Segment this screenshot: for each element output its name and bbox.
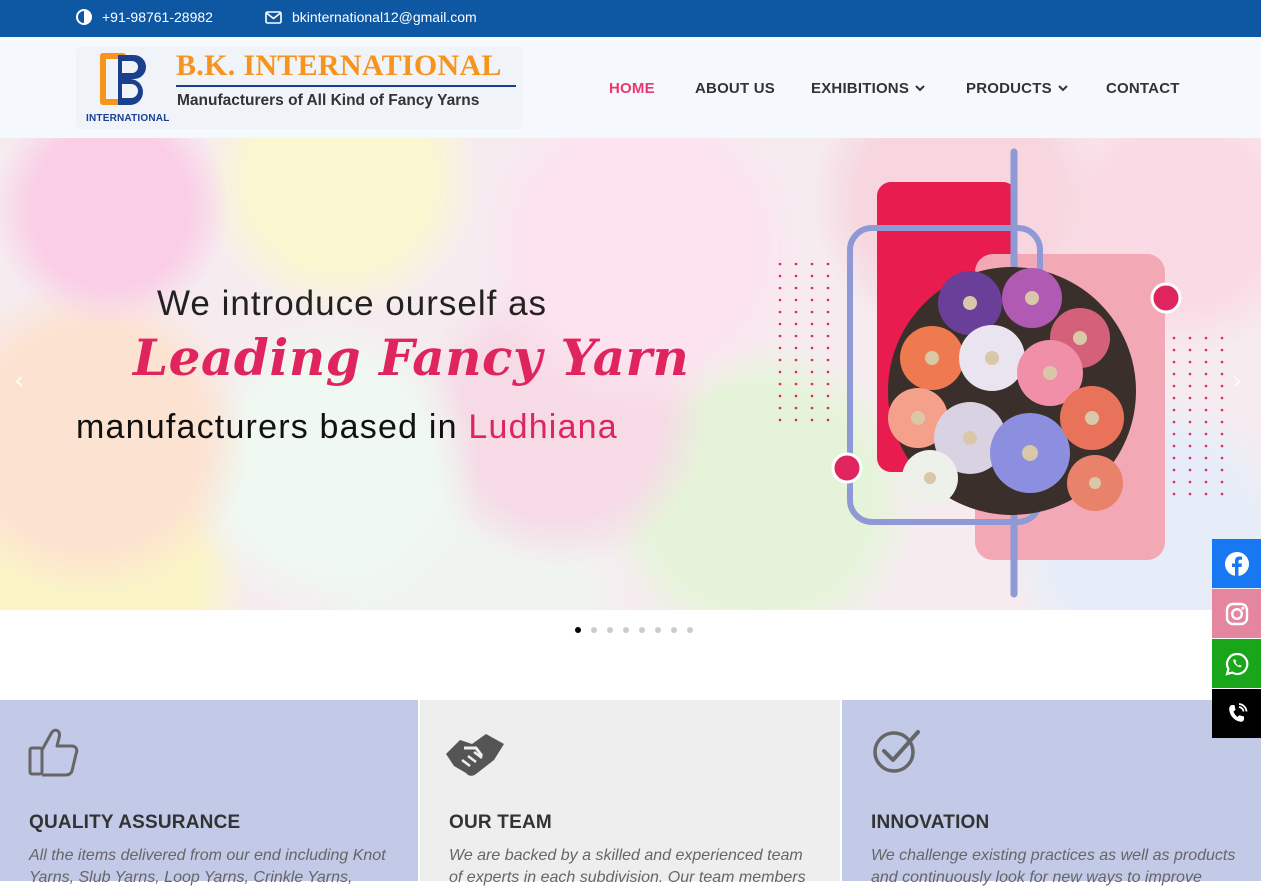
top-email[interactable]: bkinternational12@gmail.com — [265, 9, 477, 25]
phone-text: +91-98761-28982 — [102, 9, 213, 25]
feature-title: INNOVATION — [871, 812, 990, 833]
contrast-icon — [76, 9, 92, 25]
whatsapp-button[interactable] — [1212, 639, 1261, 688]
logo-divider — [176, 85, 516, 87]
feature-title: QUALITY ASSURANCE — [29, 812, 241, 833]
nav-home[interactable]: HOME — [609, 80, 655, 97]
slider-dot-1[interactable] — [574, 627, 581, 633]
logo-title: B.K. INTERNATIONAL — [176, 49, 502, 82]
slider-dot-7[interactable] — [670, 627, 677, 633]
phone-button[interactable] — [1212, 689, 1261, 738]
thumbs-up-icon — [28, 728, 79, 777]
nav-contact-label: CONTACT — [1106, 80, 1180, 97]
hero-line-1: We introduce ourself as — [157, 284, 548, 323]
slider-dot-4[interactable] — [622, 627, 629, 633]
yarn-cones-graphic — [778, 148, 1224, 598]
nav-contact[interactable]: CONTACT — [1106, 80, 1180, 97]
feature-text: We are backed by a skilled and experienc… — [449, 847, 806, 886]
handshake-icon — [446, 734, 504, 776]
feature-title: OUR TEAM — [449, 812, 552, 833]
hero-line-3: manufacturers based in Ludhiana — [76, 408, 618, 447]
nav-home-label: HOME — [609, 80, 655, 97]
feature-card-innovation: INNOVATION We challenge existing practic… — [842, 700, 1261, 886]
check-circle-icon — [873, 730, 920, 773]
top-bar: +91-98761-28982 bkinternational12@gmail.… — [0, 0, 1261, 37]
feature-text: We challenge existing practices as well … — [871, 847, 1236, 886]
slider-dot-2[interactable] — [590, 627, 597, 633]
hero-line-3-highlight: Ludhiana — [468, 408, 618, 446]
nav-exhibitions[interactable]: EXHIBITIONS — [811, 80, 925, 97]
chevron-down-icon — [1058, 85, 1068, 92]
nav-exhibitions-label: EXHIBITIONS — [811, 80, 910, 97]
slider-prev-arrow[interactable]: ‹ — [14, 366, 24, 396]
slider-dot-5[interactable] — [638, 627, 645, 633]
slider-dot-3[interactable] — [606, 627, 613, 633]
nav-products-label: PRODUCTS — [966, 80, 1052, 97]
feature-card-team: OUR TEAM We are backed by a skilled and … — [420, 700, 840, 886]
slider-dot-6[interactable] — [654, 627, 661, 633]
hero-line-2: Leading Fancy Yarn — [133, 328, 690, 387]
bk-logo-icon — [100, 53, 146, 105]
slider-dot-8[interactable] — [686, 627, 693, 633]
hero-line-3-text: manufacturers based in — [76, 408, 458, 446]
chevron-down-icon — [915, 85, 925, 92]
hero-slider[interactable]: We introduce ourself as Leading Fancy Ya… — [0, 138, 1261, 610]
top-phone[interactable]: +91-98761-28982 — [76, 9, 213, 25]
nav-about-label: ABOUT US — [695, 80, 775, 97]
feature-card-quality: QUALITY ASSURANCE All the items delivere… — [0, 700, 418, 886]
site-logo[interactable]: INTERNATIONAL B.K. INTERNATIONAL Manufac… — [76, 47, 522, 129]
slider-next-arrow[interactable]: › — [1232, 366, 1242, 396]
slider-pagination — [0, 627, 1261, 633]
logo-subtext: INTERNATIONAL — [86, 113, 170, 124]
nav-products[interactable]: PRODUCTS — [966, 80, 1068, 97]
site-header: INTERNATIONAL B.K. INTERNATIONAL Manufac… — [0, 37, 1261, 138]
nav-about[interactable]: ABOUT US — [695, 80, 775, 97]
phone-icon — [1228, 702, 1247, 722]
feature-text: All the items delivered from our end inc… — [29, 847, 386, 886]
logo-tagline: Manufacturers of All Kind of Fancy Yarns — [177, 92, 480, 109]
whatsapp-icon — [1224, 652, 1248, 676]
email-text: bkinternational12@gmail.com — [292, 9, 477, 25]
mail-icon — [265, 10, 282, 24]
